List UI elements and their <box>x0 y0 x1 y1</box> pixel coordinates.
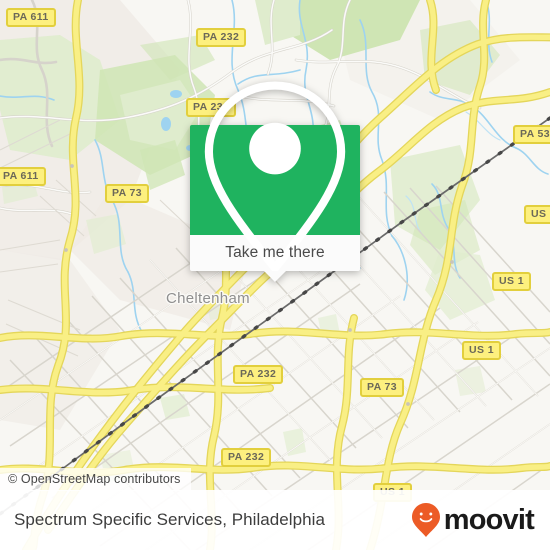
callout-header <box>190 81 360 273</box>
road-shield-us: US <box>524 205 550 224</box>
callout-tail <box>264 271 286 282</box>
moovit-wordmark: moovit <box>443 503 535 536</box>
moovit-smiling-pin-icon <box>411 503 440 537</box>
road-shield-pa-532: PA 532 <box>513 125 550 144</box>
location-callout[interactable]: Take me there <box>190 81 360 282</box>
road-shield-pa-611: PA 611 <box>6 8 56 27</box>
map-pin-icon <box>204 81 346 273</box>
road-shield-pa-73: PA 73 <box>105 184 150 203</box>
footer-bar: Spectrum Specific Services, Philadelphia… <box>0 490 550 550</box>
map-canvas[interactable]: Cheltenham PA 611 PA 232 PA 232 PA 532 P… <box>0 0 550 550</box>
moovit-map-screenshot: Cheltenham PA 611 PA 232 PA 232 PA 532 P… <box>0 0 550 550</box>
moovit-logo[interactable]: moovit <box>411 502 535 538</box>
osm-attribution[interactable]: © OpenStreetMap contributors <box>0 468 191 491</box>
road-shield-us-1: US 1 <box>492 272 531 291</box>
road-shield-pa-73: PA 73 <box>360 378 405 397</box>
page-title: Spectrum Specific Services, Philadelphia <box>14 510 325 529</box>
road-shield-us-1: US 1 <box>462 341 501 360</box>
road-shield-pa-611: PA 611 <box>0 167 46 186</box>
